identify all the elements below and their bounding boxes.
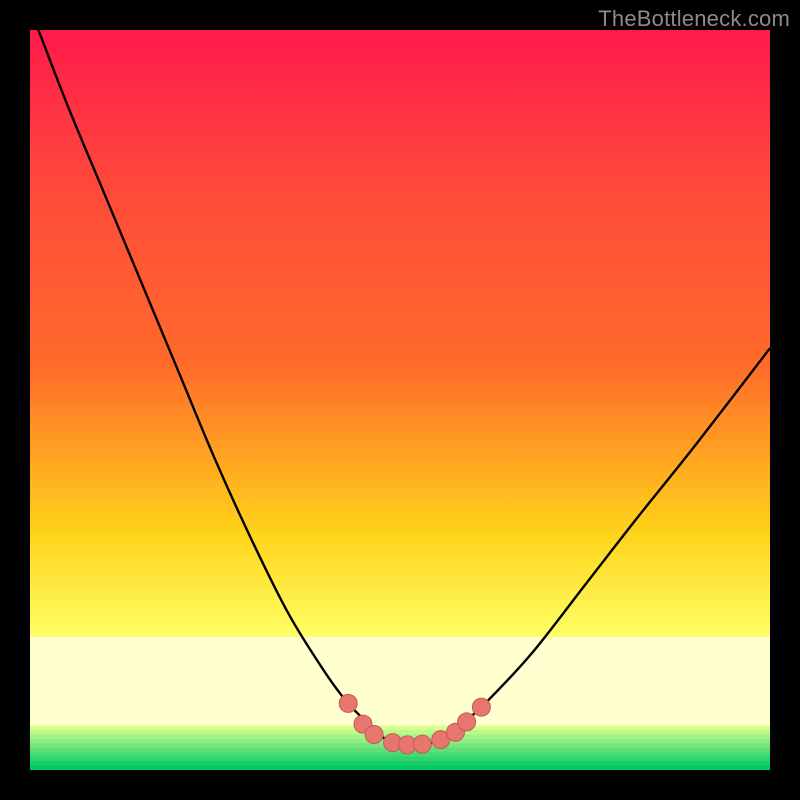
curve-markers — [339, 694, 490, 753]
watermark-text: TheBottleneck.com — [598, 6, 790, 32]
marker-dot — [365, 725, 383, 743]
bottleneck-curve — [30, 30, 770, 745]
marker-dot — [458, 713, 476, 731]
chart-container: TheBottleneck.com — [0, 0, 800, 800]
curve-layer — [30, 30, 770, 770]
marker-dot — [413, 735, 431, 753]
marker-dot — [339, 694, 357, 712]
plot-area — [30, 30, 770, 770]
marker-dot — [472, 698, 490, 716]
